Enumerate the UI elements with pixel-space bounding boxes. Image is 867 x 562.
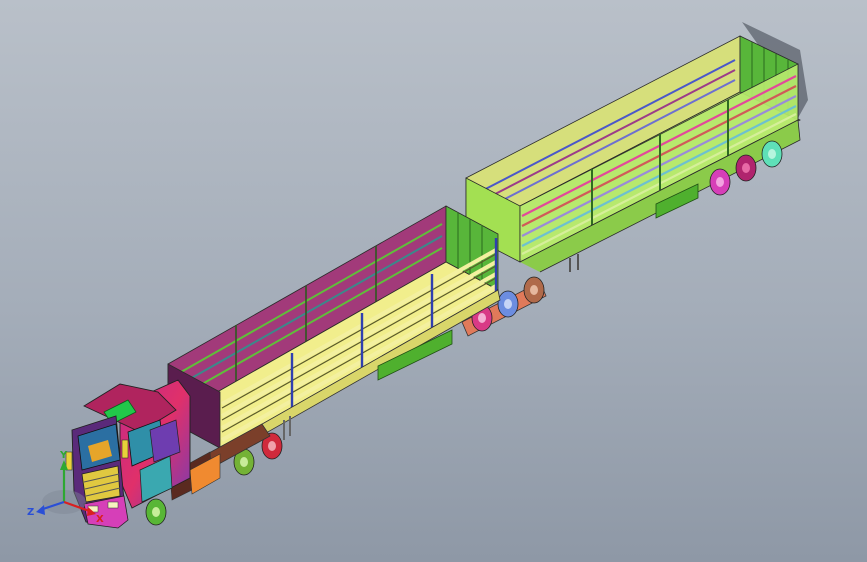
triad-z-arrow [36, 505, 45, 515]
rear-trailer [465, 22, 808, 273]
mirror-right [121, 439, 129, 459]
cad-viewport[interactable]: Y X Z [0, 0, 867, 562]
front-trailer [167, 205, 501, 459]
3d-model-canvas[interactable]: Y X Z [0, 0, 867, 562]
front-wheel-hub [152, 507, 160, 517]
headlight-right [107, 501, 119, 509]
triad-x-label: X [96, 514, 104, 525]
triad-z-label: Z [27, 507, 34, 518]
triad-y-label: Y [59, 450, 68, 461]
